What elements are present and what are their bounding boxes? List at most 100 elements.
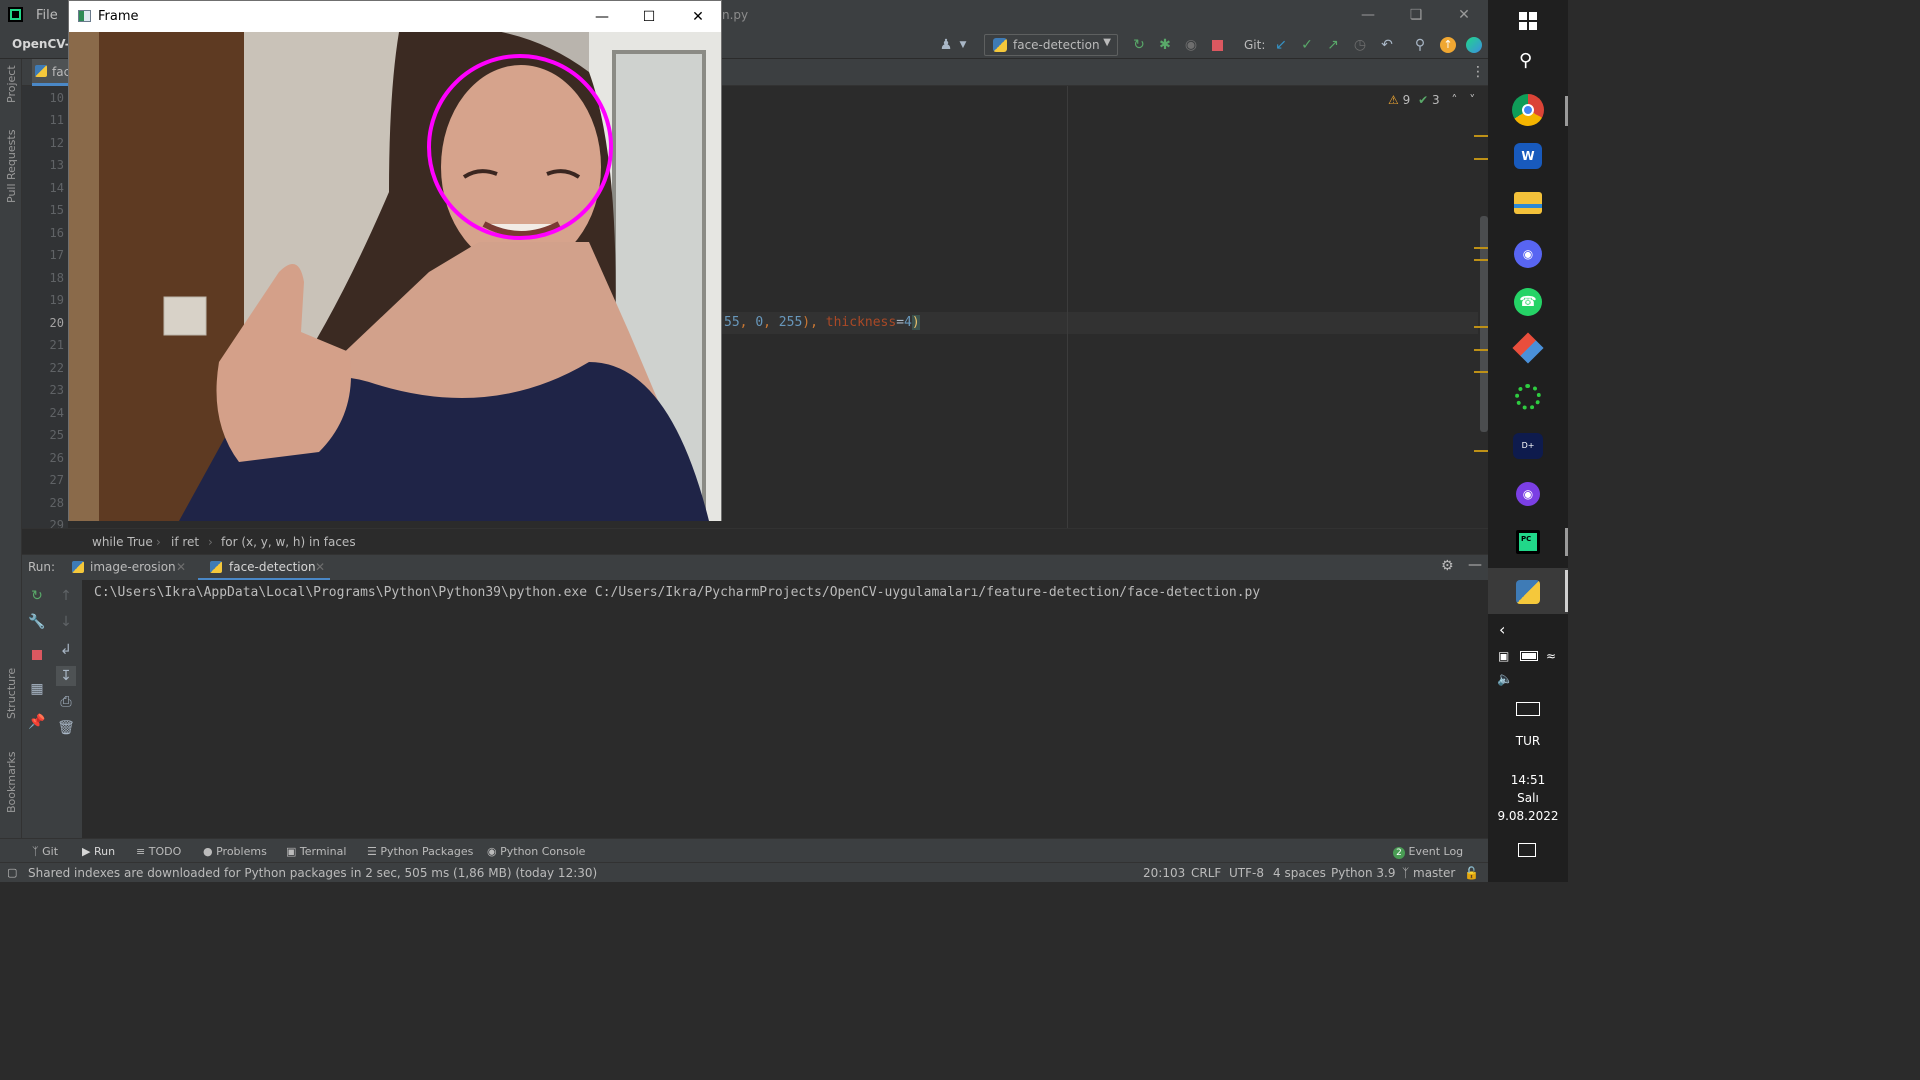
maximize-icon[interactable]: ☐	[638, 7, 660, 27]
clock-time[interactable]: 14:51	[1488, 773, 1568, 787]
touch-keyboard-icon[interactable]	[1516, 702, 1540, 716]
error-stripe-mark[interactable]	[1474, 349, 1488, 351]
error-stripe-mark[interactable]	[1474, 259, 1488, 261]
tool-event-log[interactable]: 2 Event Log	[1393, 845, 1463, 859]
run-configuration-select[interactable]: face-detection ▼	[984, 34, 1118, 56]
coverage-icon[interactable]: ◉	[1183, 37, 1199, 53]
windows-start-icon[interactable]	[1519, 12, 1537, 30]
lock-icon[interactable]: 🔓	[1464, 866, 1479, 880]
rerun-icon[interactable]: ↻	[1131, 37, 1147, 53]
wifi-icon[interactable]: ≈	[1546, 649, 1556, 663]
error-stripe-mark[interactable]	[1474, 326, 1488, 328]
close-tab-icon[interactable]: ✕	[176, 560, 186, 574]
caret-position[interactable]: 20:103	[1143, 866, 1185, 880]
restore-icon[interactable]: ❏	[1406, 6, 1426, 24]
tool-problems[interactable]: ● Problems	[203, 845, 267, 858]
run-tab-image-erosion[interactable]: image-erosion ✕	[62, 555, 192, 581]
tool-todo[interactable]: ≡ TODO	[136, 845, 181, 858]
user-icon[interactable]: ♟	[938, 37, 954, 53]
minimize-icon[interactable]: —	[591, 7, 613, 27]
git-branch[interactable]: ᛉ master	[1402, 866, 1455, 880]
tool-tab-structure[interactable]: Structure	[5, 668, 18, 719]
error-stripe-mark[interactable]	[1474, 247, 1488, 249]
previous-highlight-icon[interactable]: ˄	[1451, 93, 1457, 107]
chevron-left-icon[interactable]: ‹	[1499, 620, 1505, 639]
soft-wrap-icon[interactable]: ↲	[56, 640, 76, 660]
github-desktop-icon[interactable]: ◉	[1516, 482, 1540, 506]
error-stripe-mark[interactable]	[1474, 135, 1488, 137]
chrome-icon[interactable]	[1512, 94, 1544, 126]
chevron-down-icon[interactable]: ▼	[955, 37, 971, 53]
git-update-icon[interactable]: ↙	[1273, 37, 1289, 53]
clock-date[interactable]: 9.08.2022	[1488, 809, 1568, 823]
print-icon[interactable]: ⎙	[56, 692, 76, 712]
update-icon[interactable]: ↑	[1440, 37, 1456, 53]
python-taskbar-icon[interactable]	[1516, 580, 1540, 604]
editor-scrollbar[interactable]	[1478, 86, 1488, 528]
opencv-frame-window[interactable]: Frame — ☐ ✕	[68, 0, 722, 521]
breadcrumb-item[interactable]: if ret	[171, 535, 199, 549]
tool-terminal[interactable]: ▣ Terminal	[286, 845, 346, 858]
battery-icon[interactable]	[1520, 651, 1538, 661]
input-language[interactable]: TUR	[1488, 734, 1568, 748]
python-interpreter[interactable]: Python 3.9	[1331, 866, 1396, 880]
git-push-icon[interactable]: ↗	[1325, 37, 1341, 53]
tool-tab-bookmarks[interactable]: Bookmarks	[5, 752, 18, 813]
inspection-widget[interactable]: ⚠ 9 ✔ 3 ˄ ˅	[1388, 93, 1475, 107]
hide-panel-icon[interactable]: —	[1468, 557, 1482, 573]
tool-python-packages[interactable]: ☰ Python Packages	[367, 845, 473, 858]
minimize-icon[interactable]: —	[1358, 6, 1378, 24]
down-arrow-icon[interactable]: ↓	[56, 612, 76, 632]
history-icon[interactable]: ◷	[1352, 37, 1368, 53]
disney-plus-icon[interactable]: D+	[1513, 433, 1543, 459]
volume-icon[interactable]: 🔈	[1497, 672, 1513, 687]
git-commit-icon[interactable]: ✓	[1299, 37, 1315, 53]
up-arrow-icon[interactable]: ↑	[56, 586, 76, 606]
line-separator[interactable]: CRLF	[1191, 866, 1221, 880]
green-ring-app-icon[interactable]	[1515, 384, 1541, 410]
rollback-icon[interactable]: ↶	[1379, 37, 1395, 53]
discord-icon[interactable]: ◉	[1514, 240, 1542, 268]
error-stripe-mark[interactable]	[1474, 450, 1488, 452]
search-icon[interactable]: ⚲	[1519, 50, 1532, 71]
tool-git[interactable]: ᛉ Git	[32, 845, 58, 858]
close-icon[interactable]: ✕	[1454, 6, 1474, 24]
whatsapp-icon[interactable]: ☎	[1514, 288, 1542, 316]
tool-tab-pull-requests[interactable]: Pull Requests	[5, 130, 18, 203]
pin-icon[interactable]: 📌	[27, 712, 47, 732]
rerun-icon[interactable]: ↻	[27, 586, 47, 606]
run-console[interactable]: C:\Users\Ikra\AppData\Local\Programs\Pyt…	[82, 580, 1488, 838]
tool-python-console[interactable]: ◉ Python Console	[487, 845, 585, 858]
settings-gear-icon[interactable]: ⚙	[1441, 558, 1454, 574]
next-highlight-icon[interactable]: ˅	[1469, 93, 1475, 107]
wrench-icon[interactable]: 🔧	[27, 612, 47, 632]
close-tab-icon[interactable]: ✕	[315, 560, 325, 574]
indent-setting[interactable]: 4 spaces	[1273, 866, 1326, 880]
jetbrains-toolbox-icon[interactable]	[1466, 37, 1482, 53]
stop-icon[interactable]	[32, 650, 42, 660]
pycharm-logo-icon[interactable]	[8, 7, 23, 22]
tab-face-detection[interactable]: fac	[32, 59, 72, 86]
status-message[interactable]: Shared indexes are downloaded for Python…	[28, 866, 597, 880]
word-icon[interactable]: W	[1514, 143, 1542, 169]
breadcrumb-item[interactable]: while True	[92, 535, 153, 549]
meet-now-icon[interactable]: ▣	[1498, 649, 1509, 663]
stop-icon[interactable]	[1212, 40, 1223, 51]
clock-day[interactable]: Salı	[1488, 791, 1568, 805]
debug-icon[interactable]: ✱	[1157, 37, 1173, 53]
search-icon[interactable]: ⚲	[1412, 37, 1428, 53]
run-tab-face-detection[interactable]: face-detection ✕	[198, 555, 330, 581]
menu-file[interactable]: File	[36, 8, 58, 23]
breadcrumb-item[interactable]: for (x, y, w, h) in faces	[221, 535, 356, 549]
layout-icon[interactable]: ▦	[27, 679, 47, 699]
tool-tab-project[interactable]: Project	[5, 65, 18, 103]
close-icon[interactable]: ✕	[687, 7, 709, 27]
notification-center-icon[interactable]	[1518, 843, 1536, 857]
file-explorer-icon[interactable]	[1514, 192, 1542, 214]
tool-run[interactable]: ▶ Run	[82, 845, 115, 858]
trash-icon[interactable]: 🗑	[56, 718, 76, 738]
scroll-to-end-icon[interactable]: ↧	[56, 666, 76, 686]
more-options-icon[interactable]: ⋮	[1471, 64, 1485, 80]
pycharm-taskbar-icon[interactable]: PC	[1516, 530, 1540, 554]
error-stripe-mark[interactable]	[1474, 371, 1488, 373]
